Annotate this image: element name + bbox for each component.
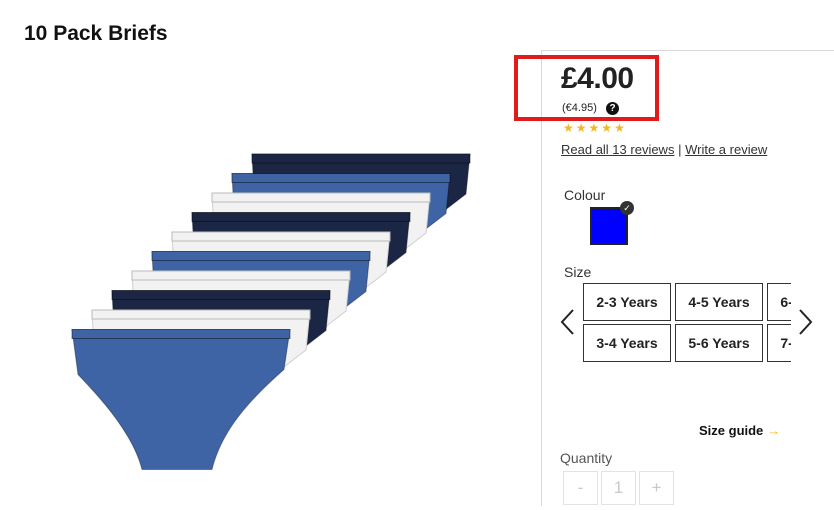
size-guide-link[interactable]: Size guide → bbox=[699, 423, 780, 438]
quantity-label: Quantity bbox=[560, 450, 613, 466]
quantity-increase-button[interactable]: + bbox=[639, 471, 674, 505]
size-prev-button[interactable] bbox=[558, 307, 578, 337]
chevron-left-icon bbox=[560, 309, 574, 335]
size-carousel: 2-3 Years 4-5 Years 6-7 Years 3-4 Years … bbox=[583, 283, 791, 367]
price: £4.00 bbox=[561, 62, 634, 95]
price-euro: (€4.95) bbox=[562, 102, 597, 114]
size-option-4-5[interactable]: 4-5 Years bbox=[675, 283, 763, 321]
rating-stars: ★ ★ ★ ★ ★ bbox=[563, 122, 625, 134]
reviews-separator: | bbox=[678, 142, 682, 157]
size-label: Size bbox=[564, 264, 592, 280]
reviews-links: Read all 13 reviews | Write a review bbox=[561, 142, 767, 157]
product-image[interactable] bbox=[60, 140, 490, 505]
colour-label: Colour bbox=[564, 187, 606, 203]
size-option-3-4[interactable]: 3-4 Years bbox=[583, 324, 671, 362]
size-next-button[interactable] bbox=[795, 307, 815, 337]
check-icon: ✓ bbox=[620, 201, 634, 215]
size-option-5-6[interactable]: 5-6 Years bbox=[675, 324, 763, 362]
chevron-right-icon bbox=[799, 309, 813, 335]
read-reviews-link[interactable]: Read all 13 reviews bbox=[561, 142, 674, 157]
star-icon: ★ bbox=[588, 121, 600, 135]
star-icon: ★ bbox=[601, 121, 613, 135]
quantity-value[interactable]: 1 bbox=[601, 471, 636, 505]
size-guide-label: Size guide bbox=[699, 423, 764, 438]
arrow-right-icon: → bbox=[767, 423, 781, 438]
size-option-2-3[interactable]: 2-3 Years bbox=[583, 283, 671, 321]
size-option-6-7[interactable]: 6-7 Years bbox=[767, 283, 791, 321]
quantity-decrease-button[interactable]: - bbox=[563, 471, 598, 505]
quantity-stepper: - 1 + bbox=[563, 471, 674, 505]
star-icon: ★ bbox=[563, 121, 574, 135]
size-option-7-8[interactable]: 7-8 Years bbox=[767, 324, 791, 362]
brief-item bbox=[71, 329, 291, 470]
star-icon: ★ bbox=[614, 121, 625, 135]
write-review-link[interactable]: Write a review bbox=[685, 142, 767, 157]
star-icon: ★ bbox=[575, 121, 587, 135]
product-title: 10 Pack Briefs bbox=[24, 22, 168, 46]
briefs-illustration bbox=[71, 153, 471, 470]
help-icon[interactable]: ? bbox=[606, 102, 619, 115]
